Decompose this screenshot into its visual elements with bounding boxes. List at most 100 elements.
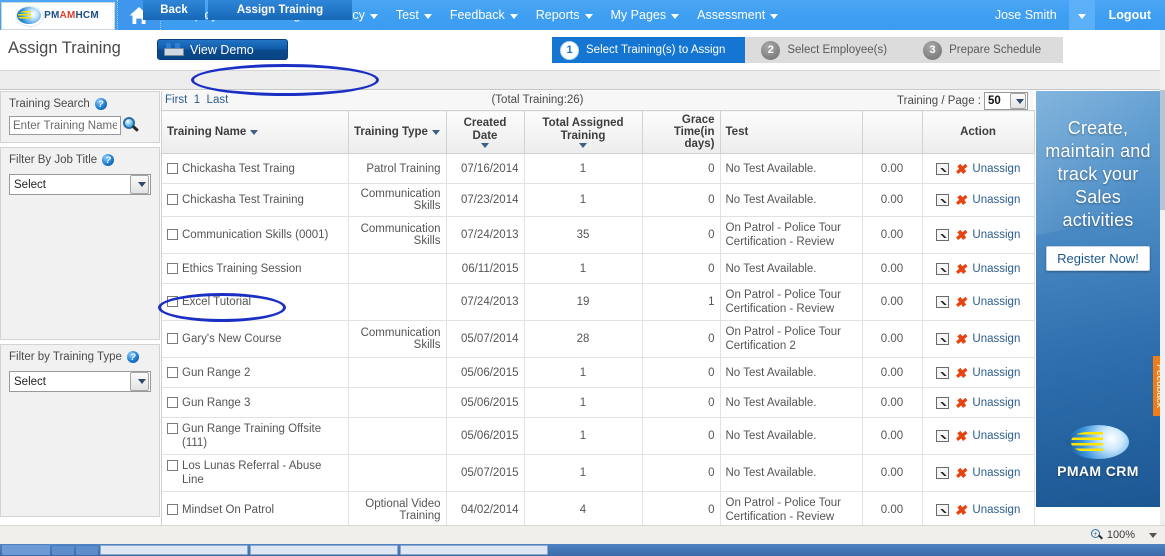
- column-header-created-date[interactable]: Created Date: [446, 110, 525, 154]
- unassign-link[interactable]: Unassign: [972, 263, 1020, 275]
- table-row[interactable]: Excel Tutorial 07/24/2013 19 1 On Patrol…: [162, 283, 1035, 321]
- search-icon[interactable]: [123, 117, 140, 134]
- row-checkbox-label[interactable]: Chickasha Test Traing: [167, 162, 343, 176]
- edit-icon[interactable]: [935, 333, 949, 345]
- training-name[interactable]: Ethics Training Session: [182, 262, 302, 276]
- total-assigned[interactable]: 1: [524, 183, 643, 217]
- column-header-training-type[interactable]: Training Type: [348, 110, 447, 154]
- training-name[interactable]: Gun Range 3: [182, 396, 250, 410]
- row-checkbox[interactable]: [167, 460, 178, 471]
- training-name[interactable]: Los Lunas Referral - Abuse Line: [182, 459, 343, 487]
- step-3-prepare-schedule[interactable]: 3 Prepare Schedule: [907, 37, 1064, 63]
- delete-icon[interactable]: ✖: [955, 262, 967, 276]
- row-checkbox-label[interactable]: Communication Skills (0001): [167, 228, 343, 242]
- table-row[interactable]: Chickasha Test Traing Patrol Training 07…: [162, 153, 1035, 184]
- edit-icon[interactable]: [935, 194, 949, 206]
- unassign-link[interactable]: Unassign: [972, 467, 1020, 479]
- table-row[interactable]: Gun Range 2 05/06/2015 1 0 No Test Avail…: [162, 357, 1035, 388]
- table-row[interactable]: Gary's New Course Communication Skills 0…: [162, 320, 1035, 358]
- unassign-link[interactable]: Unassign: [972, 367, 1020, 379]
- total-assigned[interactable]: 35: [524, 216, 643, 254]
- view-demo-button[interactable]: View Demo: [157, 39, 288, 60]
- row-checkbox-label[interactable]: Chickasha Test Training: [167, 193, 343, 207]
- delete-icon[interactable]: ✖: [955, 366, 967, 380]
- table-row[interactable]: Los Lunas Referral - Abuse Line 05/07/20…: [162, 454, 1035, 492]
- total-assigned[interactable]: 1: [524, 417, 643, 455]
- total-assigned[interactable]: 1: [524, 454, 643, 492]
- edit-icon[interactable]: [935, 162, 949, 175]
- taskbar-icon[interactable]: [52, 545, 74, 555]
- assign-training-tab[interactable]: Assign Training: [208, 0, 352, 20]
- table-row[interactable]: Gun Range Training Offsite (111) 05/06/2…: [162, 417, 1035, 455]
- unassign-link[interactable]: Unassign: [972, 504, 1020, 516]
- row-checkbox[interactable]: [167, 423, 178, 434]
- zoom-control[interactable]: + 100%: [1090, 529, 1157, 541]
- delete-icon[interactable]: ✖: [955, 503, 967, 517]
- unassign-link[interactable]: Unassign: [972, 194, 1020, 206]
- row-checkbox[interactable]: [167, 296, 178, 307]
- search-input[interactable]: [9, 116, 121, 135]
- step-1-select-trainings[interactable]: 1 Select Training(s) to Assign: [552, 37, 759, 63]
- vertical-scrollbar[interactable]: [1160, 30, 1165, 530]
- total-assigned[interactable]: 28: [524, 320, 643, 358]
- total-assigned[interactable]: 1: [524, 357, 643, 388]
- training-name[interactable]: Chickasha Test Training: [182, 193, 304, 207]
- delete-icon[interactable]: ✖: [955, 228, 967, 242]
- edit-icon[interactable]: [935, 262, 949, 275]
- training-type-select[interactable]: Select: [9, 371, 151, 392]
- training-name[interactable]: Chickasha Test Traing: [182, 162, 295, 176]
- taskbar-icon[interactable]: [76, 545, 98, 555]
- total-assigned[interactable]: 19: [524, 283, 643, 321]
- advertisement-panel[interactable]: Create, maintain and track your Sales ac…: [1036, 91, 1160, 507]
- training-name[interactable]: Communication Skills (0001): [182, 228, 328, 242]
- edit-icon[interactable]: [935, 396, 949, 409]
- row-checkbox-label[interactable]: Gun Range Training Offsite (111): [167, 422, 343, 450]
- chevron-down-icon[interactable]: [1149, 532, 1157, 538]
- nav-item-test[interactable]: Test: [387, 0, 441, 30]
- edit-icon[interactable]: [935, 467, 949, 479]
- row-checkbox[interactable]: [167, 396, 178, 408]
- row-checkbox-label[interactable]: Mindset On Patrol: [167, 503, 343, 517]
- delete-icon[interactable]: ✖: [955, 295, 967, 309]
- nav-item-assessment[interactable]: Assessment: [688, 0, 787, 30]
- total-assigned[interactable]: 1: [524, 387, 643, 418]
- scrollbar-thumb[interactable]: [1160, 90, 1165, 210]
- help-icon[interactable]: ?: [126, 351, 139, 363]
- row-checkbox-label[interactable]: Ethics Training Session: [167, 262, 343, 276]
- delete-icon[interactable]: ✖: [955, 466, 967, 480]
- table-row[interactable]: Mindset On Patrol Optional Video Trainin…: [162, 491, 1035, 529]
- total-assigned[interactable]: 4: [524, 491, 643, 529]
- training-name[interactable]: Excel Tutorial: [182, 295, 251, 309]
- row-checkbox-label[interactable]: Excel Tutorial: [167, 295, 343, 309]
- row-checkbox[interactable]: [167, 262, 178, 274]
- table-row[interactable]: Communication Skills (0001) Communicatio…: [162, 216, 1035, 254]
- app-logo[interactable]: PMAMHCM: [1, 1, 115, 30]
- total-assigned[interactable]: 1: [524, 153, 643, 184]
- per-page-select[interactable]: 50: [984, 92, 1028, 110]
- step-2-select-employees[interactable]: 2 Select Employee(s): [745, 37, 920, 63]
- row-checkbox[interactable]: [167, 162, 178, 174]
- nav-item-feedback[interactable]: Feedback: [441, 0, 527, 30]
- row-checkbox-label[interactable]: Gun Range 3: [167, 396, 343, 410]
- logout-button[interactable]: Logout: [1095, 0, 1165, 30]
- user-name[interactable]: Jose Smith: [983, 8, 1069, 22]
- edit-icon[interactable]: [935, 296, 949, 308]
- training-name[interactable]: Gun Range Training Offsite (111): [182, 422, 343, 450]
- row-checkbox-label[interactable]: Los Lunas Referral - Abuse Line: [167, 459, 343, 487]
- back-button[interactable]: Back: [143, 0, 205, 20]
- help-icon[interactable]: ?: [102, 154, 115, 166]
- row-checkbox[interactable]: [167, 504, 178, 515]
- row-checkbox[interactable]: [167, 229, 178, 240]
- start-button[interactable]: [2, 545, 50, 555]
- delete-icon[interactable]: ✖: [955, 332, 967, 346]
- training-name[interactable]: Gun Range 2: [182, 366, 250, 380]
- training-name[interactable]: Gary's New Course: [182, 332, 281, 346]
- edit-icon[interactable]: [935, 504, 949, 516]
- edit-icon[interactable]: [935, 366, 949, 379]
- unassign-link[interactable]: Unassign: [972, 397, 1020, 409]
- column-header-training-name[interactable]: Training Name: [162, 110, 349, 154]
- delete-icon[interactable]: ✖: [955, 396, 967, 410]
- row-checkbox-label[interactable]: Gary's New Course: [167, 332, 343, 346]
- delete-icon[interactable]: ✖: [955, 429, 967, 443]
- table-row[interactable]: Gun Range 3 05/06/2015 1 0 No Test Avail…: [162, 387, 1035, 418]
